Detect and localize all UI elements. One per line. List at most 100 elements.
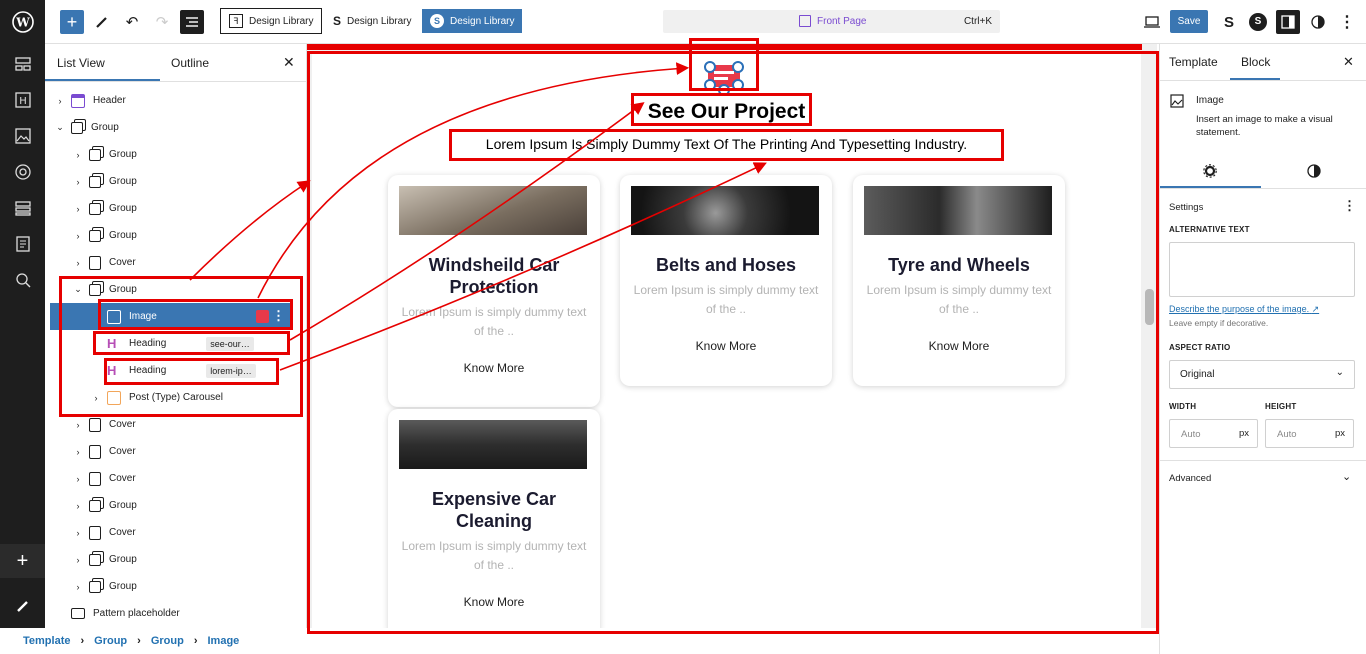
canvas-scrollbar[interactable] — [1142, 44, 1157, 632]
command-palette-bar[interactable]: Front Page Ctrl+K — [663, 10, 1000, 33]
width-unit[interactable]: px — [1239, 428, 1249, 439]
tree-row-heading[interactable]: H Heading see-our… — [45, 330, 306, 357]
section-options-icon[interactable]: ⋮ — [1343, 198, 1356, 214]
tree-row-cover[interactable]: › Cover — [45, 411, 306, 438]
close-icon[interactable]: ✕ — [283, 44, 295, 81]
alt-text-help-link[interactable]: Describe the purpose of the image. ↗ — [1169, 304, 1319, 315]
tree-row-cover[interactable]: › Cover — [45, 465, 306, 492]
stackable-settings-icon[interactable]: S — [1217, 10, 1241, 34]
tree-row-pattern-placeholder[interactable]: Pattern placeholder — [45, 600, 306, 627]
height-unit[interactable]: px — [1335, 428, 1345, 439]
list-view-toggle-icon[interactable] — [180, 10, 204, 34]
tree-row-cover[interactable]: › Cover — [45, 519, 306, 546]
advanced-toggle-label[interactable]: Advanced — [1169, 473, 1211, 484]
tree-row-cover[interactable]: › Cover — [45, 438, 306, 465]
tree-row-cover[interactable]: › Cover — [45, 249, 306, 276]
navigation-icon[interactable] — [0, 46, 45, 82]
project-card-3[interactable]: Tyre and Wheels Lorem Ipsum is simply du… — [853, 175, 1065, 386]
card-title-4: Expensive Car Cleaning — [431, 489, 557, 531]
chevron-right-icon[interactable]: › — [73, 528, 83, 538]
tab-outline[interactable]: Outline — [171, 44, 209, 81]
design-library-button-2[interactable]: S Design Library — [325, 9, 420, 33]
alt-text-input[interactable] — [1169, 242, 1355, 297]
know-more-link-1[interactable]: Know More — [388, 361, 600, 375]
tree-row-heading[interactable]: H Heading lorem-ip… — [45, 357, 306, 384]
pen-tool-icon[interactable] — [90, 10, 114, 34]
chevron-down-icon[interactable]: ⌄ — [55, 122, 65, 133]
save-button[interactable]: Save — [1170, 10, 1208, 33]
design-library-button-1[interactable]: ꟻ Design Library — [220, 8, 323, 34]
scrollbar-thumb[interactable] — [1145, 289, 1154, 325]
tab-template[interactable]: Template — [1169, 55, 1218, 69]
know-more-link-2[interactable]: Know More — [620, 339, 832, 353]
chevron-right-icon[interactable]: › — [73, 555, 83, 565]
breadcrumb-item-template[interactable]: Template — [23, 635, 70, 647]
wordpress-logo-icon[interactable]: W — [0, 4, 45, 40]
design-library-button-3[interactable]: S Design Library — [422, 9, 523, 33]
tree-row-group[interactable]: ⌄ Group — [45, 114, 306, 141]
chevron-right-icon[interactable]: › — [73, 231, 83, 241]
seo-icon[interactable] — [0, 262, 45, 298]
media-icon[interactable] — [0, 118, 45, 154]
chevron-right-icon[interactable]: › — [91, 393, 101, 403]
block-options-icon[interactable]: ⋮ — [272, 308, 285, 324]
plugin-circle-icon[interactable]: S — [1246, 10, 1270, 34]
tree-row-group[interactable]: › Group — [45, 141, 306, 168]
tree-row-post-type-carousel[interactable]: › Post (Type) Carousel — [45, 384, 306, 411]
know-more-link-3[interactable]: Know More — [853, 339, 1065, 353]
chevron-down-icon[interactable]: ⌄ — [73, 284, 83, 295]
breadcrumb-item-group[interactable]: Group — [94, 635, 127, 647]
chevron-right-icon[interactable]: › — [73, 474, 83, 484]
tree-row-group[interactable]: › Group — [45, 195, 306, 222]
edit-icon[interactable] — [0, 588, 45, 624]
styles-icon[interactable] — [0, 154, 45, 190]
typography-icon[interactable]: H — [0, 82, 45, 118]
chevron-right-icon[interactable]: › — [73, 150, 83, 160]
tree-row-header[interactable]: › Header — [45, 87, 306, 114]
project-card-4[interactable]: Expensive Car Cleaning Lorem Ipsum is si… — [388, 409, 600, 629]
chevron-right-icon[interactable]: › — [73, 258, 83, 268]
options-menu-icon[interactable]: ⋮ — [1335, 10, 1359, 34]
chevron-right-icon[interactable]: › — [73, 501, 83, 511]
chevron-right-icon[interactable]: › — [55, 96, 65, 106]
redo-icon[interactable]: ↷ — [150, 10, 174, 34]
breadcrumb-item-image[interactable]: Image — [208, 635, 240, 647]
settings-gear-icon[interactable] — [1160, 154, 1260, 188]
styles-half-circle-icon[interactable] — [1264, 154, 1364, 188]
tree-row-group[interactable]: › Group — [45, 168, 306, 195]
chevron-right-icon[interactable]: › — [73, 582, 83, 592]
stackable-logo-icon: S — [333, 14, 342, 28]
chevron-right-icon[interactable]: › — [73, 447, 83, 457]
width-input[interactable]: Auto px — [1169, 419, 1258, 448]
add-icon[interactable]: + — [0, 544, 45, 578]
pages-icon[interactable] — [0, 226, 45, 262]
aspect-ratio-select[interactable]: Original ⌄ — [1169, 360, 1355, 389]
settings-panel-toggle-icon[interactable] — [1276, 10, 1300, 34]
chevron-right-icon[interactable]: › — [73, 177, 83, 187]
styles-contrast-icon[interactable] — [1306, 10, 1330, 34]
know-more-link-4[interactable]: Know More — [388, 595, 600, 609]
tab-list-view[interactable]: List View — [57, 44, 105, 81]
block-inserter-plus-icon[interactable]: + — [60, 10, 84, 34]
pattern-icon — [71, 608, 85, 619]
patterns-icon[interactable] — [0, 190, 45, 226]
close-icon[interactable]: ✕ — [1343, 54, 1354, 70]
group-icon — [89, 229, 101, 242]
undo-icon[interactable]: ↶ — [120, 10, 144, 34]
device-preview-icon[interactable] — [1140, 10, 1164, 34]
tree-row-group[interactable]: › Group — [45, 546, 306, 573]
project-card-1[interactable]: Windsheild Car Protection Lorem Ipsum is… — [388, 175, 600, 407]
project-card-2[interactable]: Belts and Hoses Lorem Ipsum is simply du… — [620, 175, 832, 386]
tree-row-group[interactable]: › Group — [45, 222, 306, 249]
tree-row-group[interactable]: › Group — [45, 492, 306, 519]
tree-row-group[interactable]: › Group — [45, 573, 306, 600]
height-input[interactable]: Auto px — [1265, 419, 1354, 448]
tab-block[interactable]: Block — [1241, 55, 1270, 69]
tree-row-group[interactable]: ⌄ Group — [45, 276, 306, 303]
project-logo-image[interactable] — [700, 59, 748, 96]
breadcrumb-item-group[interactable]: Group — [151, 635, 184, 647]
tree-row-image[interactable]: Image ⋮ — [50, 303, 293, 330]
chevron-right-icon[interactable]: › — [73, 204, 83, 214]
chevron-down-icon[interactable]: ⌄ — [1342, 470, 1351, 483]
chevron-right-icon[interactable]: › — [73, 420, 83, 430]
